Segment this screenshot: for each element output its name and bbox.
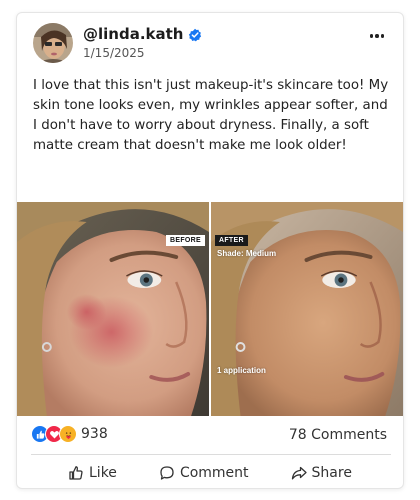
share-icon [291,466,307,479]
comment-icon [160,465,174,480]
username[interactable]: @linda.kath [83,25,183,43]
after-label: AFTER [215,235,248,246]
post-text: I love that this isn't just makeup-it's … [33,78,389,153]
before-label: BEFORE [166,235,205,246]
share-button[interactable]: Share [291,465,352,481]
post-card: @linda.kath 1/15/2025 I love that this i… [16,12,404,489]
username-row: @linda.kath [83,25,202,43]
shade-label: Shade: Medium [217,249,277,258]
post-stats: 938 78 Comments [17,416,403,454]
avatar-image [33,23,73,63]
like-button[interactable]: Like [68,465,117,481]
verified-badge-icon [188,27,202,42]
before-after-image[interactable]: BEFORE AFTER Shade: Medium 1 application [17,202,403,416]
thumbs-up-icon [69,465,83,480]
like-label: Like [89,464,117,481]
post-header: @linda.kath 1/15/2025 [17,13,403,73]
comment-button[interactable]: Comment [159,465,249,481]
post-date: 1/15/2025 [83,46,145,60]
more-options-icon[interactable] [365,27,389,45]
reaction-count: 938 [81,426,108,442]
care-reaction-icon [59,425,77,443]
avatar[interactable] [33,23,73,63]
reactions-summary[interactable]: 938 [31,425,108,443]
comments-count[interactable]: 78 Comments [289,427,387,443]
action-bar: Like Comment Share [17,455,403,488]
after-photo: AFTER Shade: Medium 1 application [209,202,403,416]
share-label: Share [311,464,352,481]
comment-label: Comment [179,464,249,481]
before-photo: BEFORE [17,202,209,416]
application-label: 1 application [217,366,266,375]
